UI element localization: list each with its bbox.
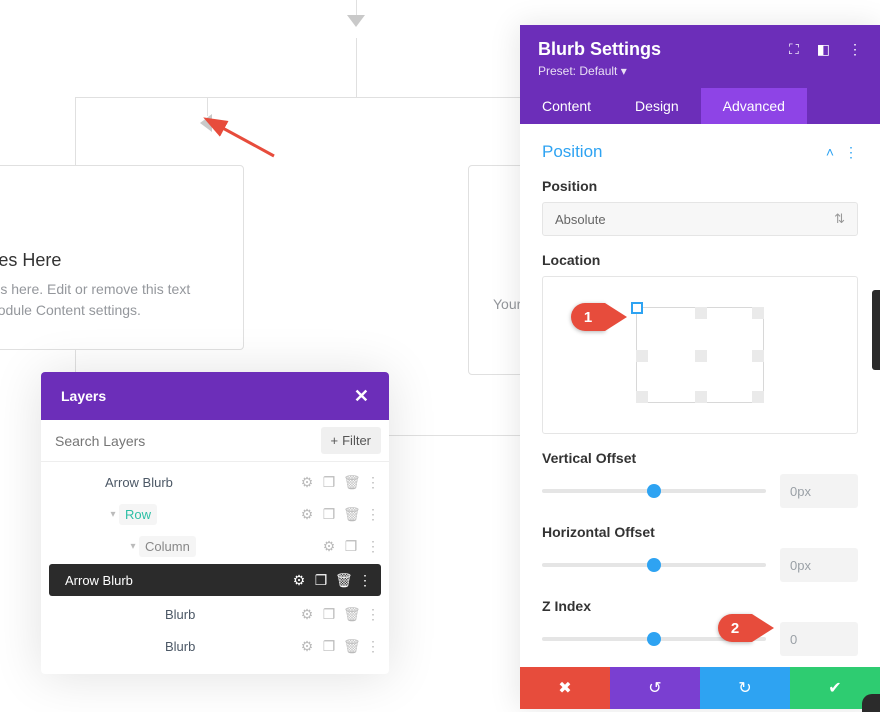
- anchor-top-right[interactable]: [752, 307, 764, 319]
- layer-row[interactable]: Arrow Blurb ⚙❐🗑⋮: [41, 466, 389, 498]
- filter-button[interactable]: +Filter: [321, 427, 381, 454]
- horizontal-offset-label: Horizontal Offset: [542, 524, 858, 540]
- trash-icon[interactable]: 🗑: [343, 638, 359, 655]
- duplicate-icon[interactable]: ❐: [321, 474, 337, 491]
- anchor-mid-right[interactable]: [752, 350, 764, 362]
- gear-icon[interactable]: ⚙: [291, 572, 307, 589]
- more-icon[interactable]: ⋮: [365, 474, 381, 491]
- zindex-label: Z Index: [542, 598, 858, 614]
- horizontal-offset-slider[interactable]: [542, 563, 766, 567]
- horizontal-offset-value[interactable]: 0px: [780, 548, 858, 582]
- chevron-down-icon: ▾: [621, 64, 627, 78]
- more-icon[interactable]: ⋮: [357, 572, 373, 589]
- gear-icon[interactable]: ⚙: [299, 606, 315, 623]
- settings-tabs: Content Design Advanced: [520, 88, 880, 124]
- duplicate-icon[interactable]: ❐: [313, 572, 329, 589]
- anchor-bottom-right[interactable]: [752, 391, 764, 403]
- more-icon[interactable]: ⋮: [365, 606, 381, 623]
- blurb-preview-text: Your: [493, 296, 521, 312]
- vertical-offset-slider[interactable]: [542, 489, 766, 493]
- section-title[interactable]: Position: [542, 142, 602, 162]
- settings-title: Blurb Settings: [538, 39, 661, 60]
- plus-icon: +: [331, 433, 339, 448]
- anchor-mid-left[interactable]: [636, 350, 648, 362]
- anchor-bottom-center[interactable]: [695, 391, 707, 403]
- corner-handle[interactable]: [862, 694, 880, 712]
- cancel-button[interactable]: ✖: [520, 667, 610, 709]
- position-label: Position: [542, 178, 858, 194]
- trash-icon[interactable]: 🗑: [343, 474, 359, 491]
- more-icon[interactable]: ⋮: [844, 144, 858, 161]
- anchor-top-center[interactable]: [695, 307, 707, 319]
- anchor-mid-center[interactable]: [695, 350, 707, 362]
- anchor-top-left[interactable]: [631, 302, 643, 314]
- position-select[interactable]: Absolute ⇅: [542, 202, 858, 236]
- more-icon[interactable]: ⋮: [848, 41, 862, 58]
- layer-row[interactable]: ▾ Column ⚙❐⋮: [41, 530, 389, 562]
- settings-panel: Blurb Settings ⛶ ◧ ⋮ Preset: Default ▾ C…: [520, 25, 880, 709]
- chevron-down-icon[interactable]: ▾: [127, 541, 139, 552]
- settings-footer: ✖ ↺ ↻ ✔: [520, 667, 880, 709]
- blurb-body: Your content goes here. Edit or remove t…: [0, 279, 219, 321]
- tab-design[interactable]: Design: [613, 88, 701, 124]
- trash-icon[interactable]: 🗑: [343, 506, 359, 523]
- blurb-title: Your Title Goes Here: [0, 250, 219, 271]
- more-icon[interactable]: ⋮: [365, 538, 381, 555]
- duplicate-icon[interactable]: ❐: [321, 506, 337, 523]
- red-arrow-annotation: [214, 122, 294, 162]
- layer-row-selected[interactable]: Arrow Blurb ⚙❐🗑⋮: [49, 564, 381, 596]
- chevron-down-icon[interactable]: ▾: [107, 509, 119, 520]
- duplicate-icon[interactable]: ❐: [343, 538, 359, 555]
- layer-row[interactable]: Blurb ⚙❐🗑⋮: [41, 598, 389, 630]
- preset-selector[interactable]: Preset: Default ▾: [538, 64, 862, 78]
- zindex-value[interactable]: 0: [780, 622, 858, 656]
- close-icon[interactable]: ✕: [354, 386, 369, 407]
- layer-row[interactable]: Blurb ⚙❐🗑⋮: [41, 630, 389, 662]
- duplicate-icon[interactable]: ❐: [321, 638, 337, 655]
- location-label: Location: [542, 252, 858, 268]
- chevron-up-icon[interactable]: ˄: [826, 144, 834, 161]
- gear-icon[interactable]: ⚙: [321, 538, 337, 555]
- duplicate-icon[interactable]: ❐: [321, 606, 337, 623]
- select-caret-icon: ⇅: [834, 211, 845, 227]
- gear-icon[interactable]: ⚙: [299, 638, 315, 655]
- trash-icon[interactable]: 🗑: [343, 606, 359, 623]
- tab-advanced[interactable]: Advanced: [701, 88, 807, 124]
- gear-icon[interactable]: ⚙: [299, 506, 315, 523]
- more-icon[interactable]: ⋮: [365, 506, 381, 523]
- snap-icon[interactable]: ◧: [817, 41, 830, 58]
- vertical-offset-label: Vertical Offset: [542, 450, 858, 466]
- anchor-bottom-left[interactable]: [636, 391, 648, 403]
- undo-button[interactable]: ↺: [610, 667, 700, 709]
- redo-button[interactable]: ↻: [700, 667, 790, 709]
- layer-row[interactable]: ▾ Row ⚙❐🗑⋮: [41, 498, 389, 530]
- blurb-card-left[interactable]: Your Title Goes Here Your content goes h…: [0, 165, 244, 350]
- expand-icon[interactable]: ⛶: [789, 41, 799, 58]
- trash-icon[interactable]: 🗑: [335, 572, 351, 589]
- right-edge-handle[interactable]: [872, 290, 880, 370]
- callout-1: 1: [571, 303, 627, 331]
- caret-left-icon: [200, 114, 212, 132]
- layers-panel: Layers ✕ +Filter Arrow Blurb ⚙❐🗑⋮ ▾ Row …: [41, 372, 389, 674]
- callout-2: 2: [718, 614, 774, 642]
- layers-title: Layers: [61, 388, 106, 404]
- search-input[interactable]: [41, 433, 321, 449]
- caret-down-icon: [347, 15, 365, 27]
- more-icon[interactable]: ⋮: [365, 638, 381, 655]
- vertical-offset-value[interactable]: 0px: [780, 474, 858, 508]
- location-anchor-picker[interactable]: 1: [542, 276, 858, 434]
- tab-content[interactable]: Content: [520, 88, 613, 124]
- gear-icon[interactable]: ⚙: [299, 474, 315, 491]
